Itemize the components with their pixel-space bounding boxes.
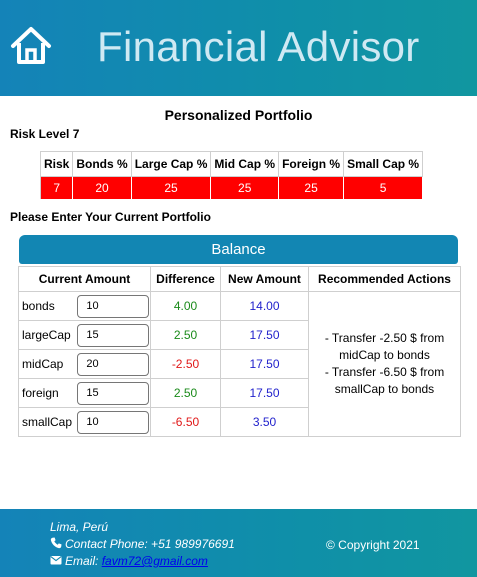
home-icon[interactable]	[10, 24, 52, 66]
table-row: bonds 4.00 14.00 - Transfer -2.50 $ from…	[18, 291, 461, 437]
asset-name: largeCap	[22, 328, 71, 342]
recommended-actions-header: Recommended Actions	[308, 266, 461, 292]
bonds-pct-value: 20	[72, 176, 132, 200]
asset-name: bonds	[22, 299, 55, 313]
footer-email: Email: favm72@gmail.com	[50, 553, 235, 570]
header-bar: Financial Advisor	[0, 0, 477, 96]
new-amount-value: 14.00	[220, 291, 309, 321]
new-amount-value: 3.50	[220, 407, 309, 437]
footer-location: Lima, Perú	[50, 520, 109, 534]
asset-name: smallCap	[22, 415, 73, 429]
small-cap-amount-input[interactable]	[77, 410, 150, 434]
current-amount-header: Current Amount	[18, 266, 151, 292]
foreign-header: Foreign %	[278, 151, 345, 177]
amount-cell: foreign	[18, 378, 151, 408]
asset-name: foreign	[22, 386, 59, 400]
recommended-action: - Transfer -2.50 $ from midCap to bonds	[324, 331, 445, 362]
difference-value: 2.50	[150, 320, 221, 350]
amount-cell: bonds	[18, 291, 151, 321]
app-title: Financial Advisor	[97, 23, 420, 70]
large-cap-amount-input[interactable]	[77, 323, 150, 347]
copyright-text: © Copyright 2021	[326, 538, 420, 552]
amount-cell: largeCap	[18, 320, 151, 350]
difference-value: 4.00	[150, 291, 221, 321]
foreign-pct-value: 25	[278, 176, 345, 200]
difference-value: -2.50	[150, 349, 221, 379]
phone-text: Contact Phone: +51 989976691	[65, 537, 235, 551]
risk-level-label: Risk Level 7	[10, 127, 80, 141]
large-cap-header: Large Cap %	[130, 151, 212, 177]
bonds-amount-input[interactable]	[77, 294, 150, 318]
amount-cell: midCap	[18, 349, 151, 379]
portfolio-table: Current Amount Difference New Amount Rec…	[18, 266, 461, 437]
new-amount-value: 17.50	[220, 349, 309, 379]
email-label: Email:	[65, 554, 99, 568]
footer-phone: Contact Phone: +51 989976691	[50, 536, 235, 553]
page-title: Personalized Portfolio	[164, 107, 313, 123]
footer-contact: Lima, Perú Contact Phone: +51 989976691 …	[50, 519, 235, 570]
envelope-icon	[50, 556, 62, 565]
new-amount-value: 17.50	[220, 378, 309, 408]
mid-cap-header: Mid Cap %	[210, 151, 280, 177]
risk-allocation-table: Risk Bonds % Large Cap % Mid Cap % Forei…	[39, 151, 424, 200]
small-cap-pct-value: 5	[343, 176, 424, 200]
recommended-action: - Transfer -6.50 $ from smallCap to bond…	[324, 365, 445, 396]
enter-portfolio-label: Please Enter Your Current Portfolio	[10, 210, 211, 224]
difference-value: 2.50	[150, 378, 221, 408]
new-amount-header: New Amount	[220, 266, 309, 292]
recommended-actions-cell: - Transfer -2.50 $ from midCap to bonds …	[308, 291, 461, 437]
difference-header: Difference	[150, 266, 221, 292]
mid-cap-pct-value: 25	[210, 176, 280, 200]
asset-name: midCap	[22, 357, 64, 371]
risk-table-header-row: Risk Bonds % Large Cap % Mid Cap % Forei…	[39, 151, 424, 177]
mid-cap-amount-input[interactable]	[77, 352, 150, 376]
large-cap-pct-value: 25	[130, 176, 212, 200]
balance-button[interactable]: Balance	[19, 235, 458, 264]
footer-bar: Lima, Perú Contact Phone: +51 989976691 …	[0, 509, 477, 577]
portfolio-header-row: Current Amount Difference New Amount Rec…	[18, 266, 461, 292]
risk-header: Risk	[39, 151, 74, 177]
risk-table-row: 7 20 25 25 25 5	[39, 176, 424, 200]
phone-icon	[50, 537, 62, 549]
small-cap-header: Small Cap %	[343, 151, 424, 177]
risk-value: 7	[39, 176, 74, 200]
difference-value: -6.50	[150, 407, 221, 437]
amount-cell: smallCap	[18, 407, 151, 437]
foreign-amount-input[interactable]	[77, 381, 150, 405]
new-amount-value: 17.50	[220, 320, 309, 350]
email-link[interactable]: favm72@gmail.com	[102, 554, 208, 568]
bonds-header: Bonds %	[72, 151, 132, 177]
